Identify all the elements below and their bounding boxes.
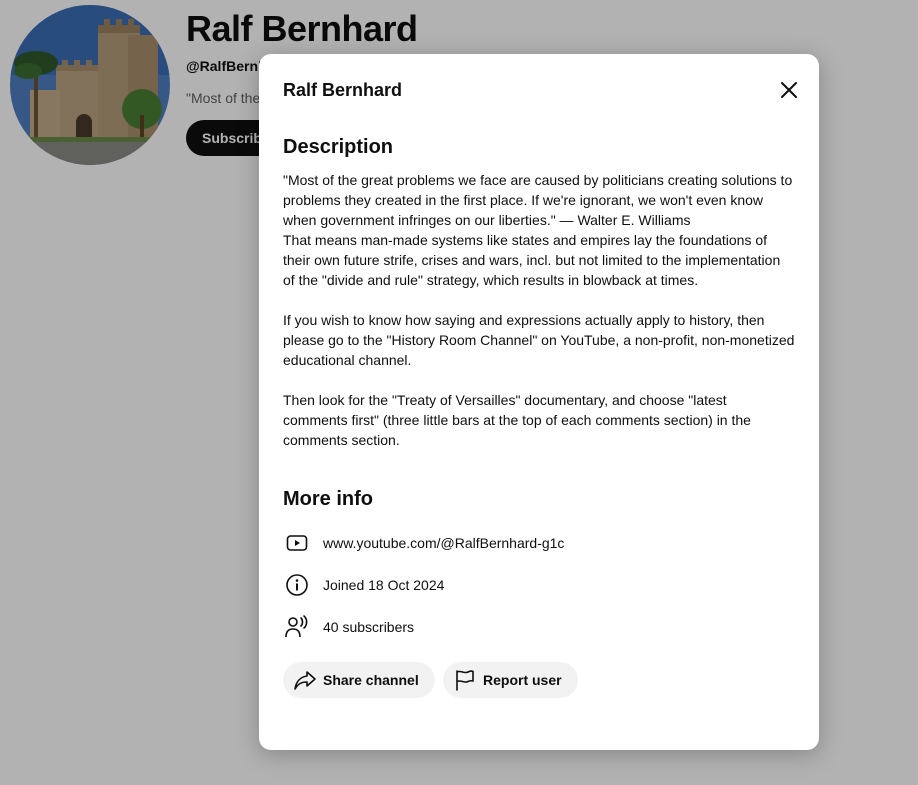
- dialog-title: Ralf Bernhard: [283, 80, 403, 100]
- close-icon: [781, 82, 797, 98]
- subscriber-count: 40 subscribers: [323, 619, 415, 635]
- joined-date: Joined 18 Oct 2024: [323, 577, 445, 593]
- subscribers-row: 40 subscribers: [283, 613, 414, 641]
- report-user-label: Report user: [483, 672, 562, 688]
- share-arrow-icon: [293, 668, 317, 692]
- description-heading: Description: [283, 136, 394, 158]
- about-dialog: Ralf Bernhard Description "Most of the g…: [259, 54, 819, 750]
- share-channel-label: Share channel: [323, 672, 419, 688]
- report-user-button[interactable]: Report user: [443, 662, 578, 698]
- close-button[interactable]: [773, 74, 805, 106]
- person-broadcast-icon: [283, 613, 311, 641]
- share-channel-button[interactable]: Share channel: [283, 662, 435, 698]
- description-text: "Most of the great problems we face are …: [283, 172, 795, 448]
- info-icon: [283, 571, 311, 599]
- joined-row: Joined 18 Oct 2024: [283, 571, 444, 599]
- youtube-play-icon: [283, 529, 311, 557]
- flag-icon: [453, 668, 477, 692]
- channel-url-row: www.youtube.com/@RalfBernhard-g1c: [283, 529, 564, 557]
- channel-url-link[interactable]: www.youtube.com/@RalfBernhard-g1c: [323, 535, 564, 551]
- more-info-heading: More info: [283, 488, 373, 510]
